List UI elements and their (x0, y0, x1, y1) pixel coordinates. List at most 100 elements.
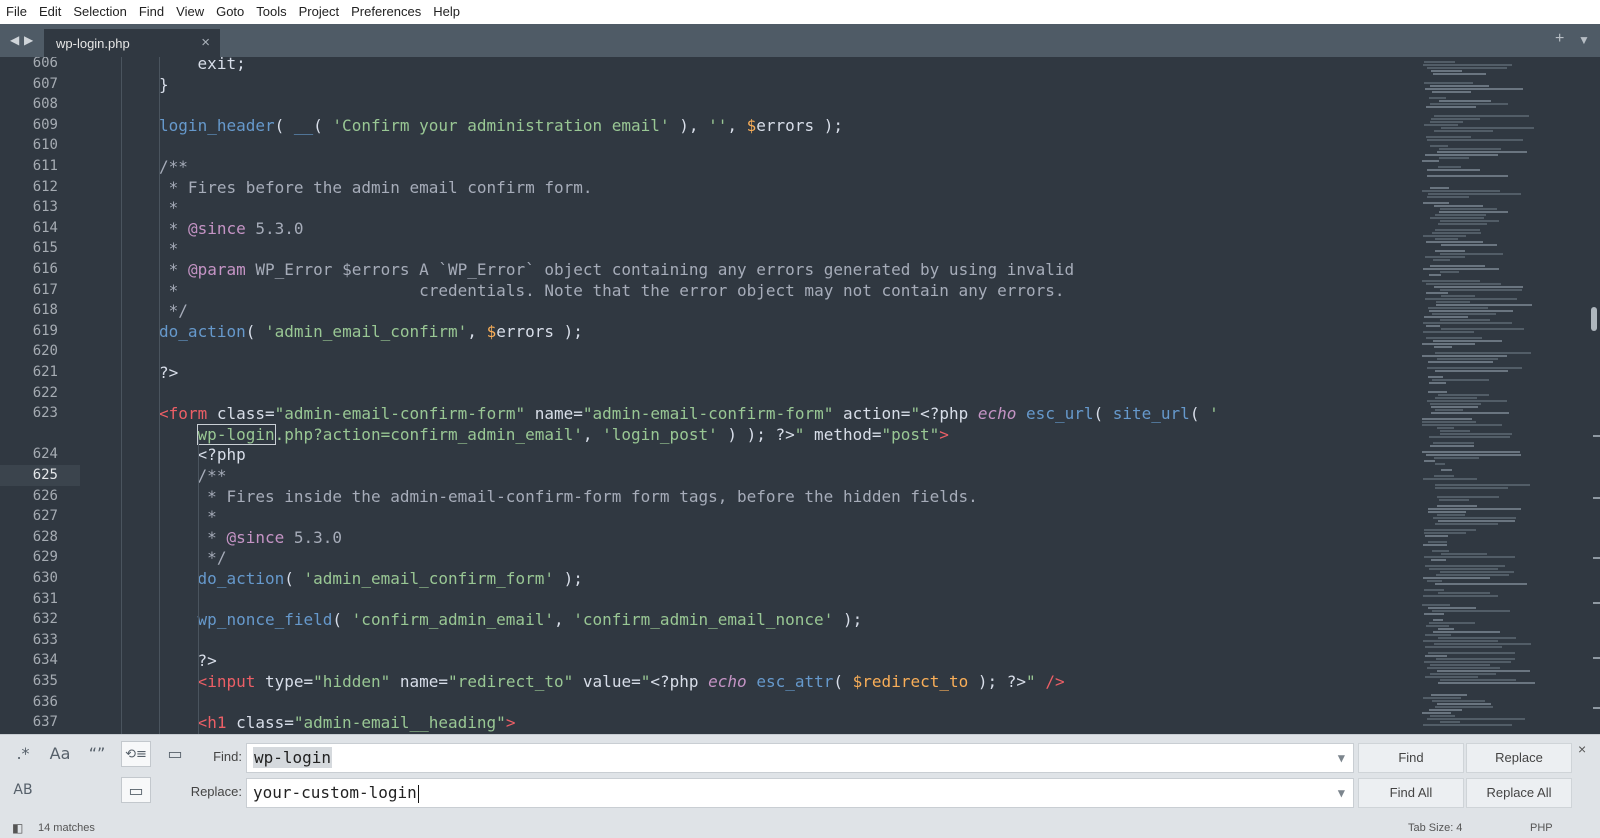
minimap-line (1435, 484, 1530, 486)
replace-input[interactable]: your-custom-login ▼ (246, 778, 1354, 808)
menu-find[interactable]: Find (133, 0, 170, 24)
tab-close-icon[interactable]: × (201, 34, 210, 51)
minimap-line (1425, 88, 1523, 90)
minimap-line (1438, 682, 1535, 684)
minimap-line (1422, 343, 1475, 345)
code-editor[interactable]: 606 607 608 609 610 611 612 613 614 615 616 617 618 6… (0, 57, 1600, 734)
minimap-line (1432, 700, 1485, 702)
code-token: = (900, 404, 911, 424)
minimap-line (1435, 352, 1531, 354)
code-token: $ (746, 115, 757, 135)
minimap-line (1440, 208, 1497, 210)
new-tab-icon[interactable]: + (1555, 30, 1564, 48)
minimap-line (1423, 724, 1512, 726)
code-token: $redirect_to (852, 672, 969, 691)
minimap-line (1428, 307, 1488, 309)
replace-history-dropdown-icon[interactable]: ▼ (1338, 779, 1345, 807)
code-token: , (727, 115, 747, 135)
minimap-line (1425, 634, 1451, 636)
find-all-button[interactable]: Find All (1358, 778, 1464, 808)
find-history-dropdown-icon[interactable]: ▼ (1338, 744, 1345, 772)
scrollbar-match-marker (1593, 497, 1600, 499)
minimap-line (1429, 310, 1513, 312)
minimap-line (1430, 445, 1474, 447)
minimap-line (1424, 556, 1515, 558)
close-panel-icon[interactable]: × (1578, 741, 1586, 757)
minimap-line (1437, 496, 1499, 498)
doc-annotation: @since (226, 527, 285, 547)
syntax-mode[interactable]: PHP (1530, 822, 1553, 834)
code-token: wp_nonce_field (197, 610, 333, 630)
regex-toggle[interactable]: .* (8, 741, 38, 767)
wrap-toggle[interactable]: ⟲≡ (121, 741, 151, 767)
code-line: } (159, 74, 169, 94)
minimap-line (1439, 211, 1508, 213)
minimap-line (1437, 703, 1491, 705)
find-input-value: wp-login (253, 747, 333, 768)
menu-help[interactable]: Help (427, 0, 466, 24)
minimap-line (1428, 391, 1447, 393)
replace-all-button[interactable]: Replace All (1466, 778, 1572, 808)
minimap-line (1426, 337, 1482, 339)
code-token: type (255, 672, 304, 691)
preserve-case-toggle[interactable]: AB (8, 777, 38, 803)
menu-selection[interactable]: Selection (67, 0, 132, 24)
minimap-line (1424, 61, 1455, 63)
minimap-line (1426, 136, 1471, 138)
replace-button[interactable]: Replace (1466, 743, 1572, 773)
highlight-matches-toggle[interactable]: ▭ (121, 777, 151, 803)
sidebar-toggle-icon[interactable]: ◧ (12, 821, 23, 835)
minimap-line (1423, 331, 1474, 333)
menu-goto[interactable]: Goto (210, 0, 250, 24)
find-input[interactable]: wp-login ▼ (246, 743, 1354, 773)
code-line: * Fires before the admin email confirm f… (159, 177, 593, 197)
line-number: 617 (32, 281, 58, 298)
menu-tools[interactable]: Tools (250, 0, 292, 24)
minimap-line (1432, 232, 1481, 234)
minimap-line (1440, 220, 1499, 222)
vertical-scrollbar-thumb[interactable] (1591, 307, 1597, 331)
case-sensitive-toggle[interactable]: Aa (45, 741, 75, 767)
code-token: < (197, 713, 208, 733)
scrollbar-match-marker (1593, 657, 1600, 659)
tab-size[interactable]: Tab Size: 4 (1408, 822, 1462, 834)
minimap-line (1424, 661, 1511, 663)
code-token: .php?action=confirm_admin_email' (274, 424, 583, 444)
back-arrow-icon[interactable]: ◀ (10, 33, 19, 47)
minimap-line (1423, 697, 1461, 699)
minimap[interactable] (1418, 57, 1556, 734)
menu-bar: File Edit Selection Find View Goto Tools Projec… (0, 0, 1600, 24)
minimap-line (1440, 433, 1512, 435)
minimap-line (1435, 487, 1508, 489)
code-token: ); (554, 321, 583, 341)
forward-arrow-icon[interactable]: ▶ (24, 33, 33, 47)
minimap-line (1422, 355, 1507, 357)
minimap-line (1435, 370, 1508, 372)
minimap-line (1425, 298, 1517, 300)
menu-view[interactable]: View (170, 0, 210, 24)
code-token: class (207, 404, 265, 424)
code-line: * @since 5.3.0 (159, 218, 304, 239)
code-token: 'login_post' (602, 424, 718, 444)
match-count: 14 matches (38, 822, 95, 834)
tab-wp-login[interactable]: wp-login.php × (44, 29, 220, 57)
code-token: name (525, 404, 574, 424)
minimap-line (1424, 460, 1435, 462)
menu-project[interactable]: Project (293, 0, 345, 24)
line-number: 620 (32, 343, 58, 360)
whole-word-toggle[interactable]: “” (82, 741, 112, 767)
find-button[interactable]: Find (1358, 743, 1464, 773)
code-line: * Fires inside the admin-email-confirm-f… (197, 486, 978, 506)
minimap-line (1423, 268, 1499, 270)
menu-edit[interactable]: Edit (33, 0, 67, 24)
code-line: /** (159, 157, 188, 176)
menu-file[interactable]: File (0, 0, 33, 24)
minimap-line (1437, 514, 1465, 516)
tab-list-icon[interactable]: ▼ (1578, 33, 1590, 47)
code-token: " (794, 424, 805, 444)
code-token: , (467, 321, 487, 341)
minimap-line (1432, 91, 1471, 93)
minimap-line (1434, 115, 1529, 117)
menu-preferences[interactable]: Preferences (345, 0, 427, 24)
minimap-line (1426, 292, 1448, 294)
